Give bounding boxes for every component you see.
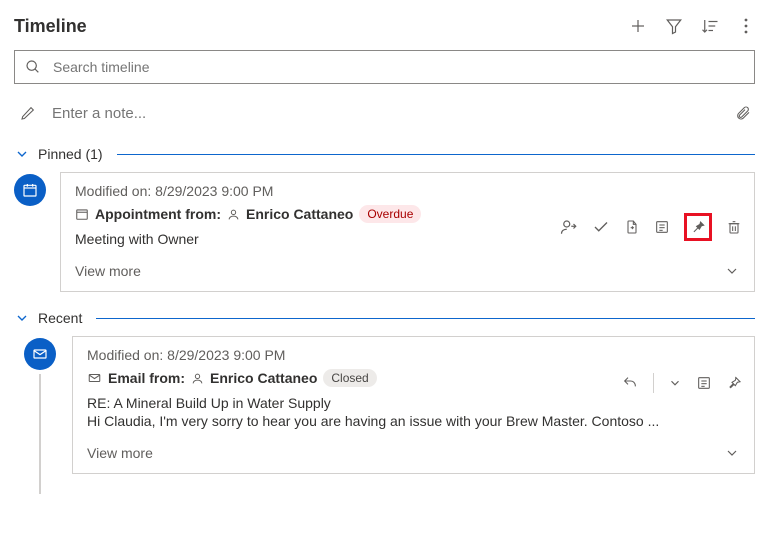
pin-icon[interactable] <box>689 218 707 236</box>
pencil-icon <box>20 105 36 121</box>
from-name[interactable]: Enrico Cattaneo <box>246 206 353 222</box>
assign-icon[interactable] <box>560 218 578 236</box>
recent-card-actions <box>621 373 742 393</box>
recent-section: Modified on: 8/29/2023 9:00 PM Email fro… <box>14 336 755 474</box>
record-type-label: Appointment from: <box>95 206 221 222</box>
pinned-card: Modified on: 8/29/2023 9:00 PM Appointme… <box>60 172 755 292</box>
chevron-down-icon <box>14 310 30 326</box>
view-more-row: View more <box>87 445 740 461</box>
from-name[interactable]: Enrico Cattaneo <box>210 370 317 386</box>
page-title: Timeline <box>14 16 87 37</box>
record-type-label: Email from: <box>108 370 185 386</box>
chevron-down-icon[interactable] <box>668 376 682 390</box>
view-more-row: View more <box>75 263 740 279</box>
pin-icon[interactable] <box>726 375 742 391</box>
more-icon[interactable] <box>737 17 755 35</box>
chevron-down-icon[interactable] <box>724 445 740 461</box>
section-recent-header[interactable]: Recent <box>14 310 755 326</box>
body-preview: Hi Claudia, I'm very sorry to hear you a… <box>87 413 740 429</box>
note-action-icon[interactable] <box>654 219 670 235</box>
note-input[interactable] <box>50 104 721 123</box>
view-more-link[interactable]: View more <box>75 263 141 279</box>
view-more-link[interactable]: View more <box>87 445 153 461</box>
status-badge: Overdue <box>359 205 421 223</box>
sort-icon[interactable] <box>701 17 719 35</box>
person-icon <box>227 208 240 221</box>
subject-text: RE: A Mineral Build Up in Water Supply <box>87 395 740 411</box>
reply-icon[interactable] <box>621 375 639 391</box>
modified-label: Modified on: 8/29/2023 9:00 PM <box>87 347 740 363</box>
chevron-down-icon[interactable] <box>724 263 740 279</box>
delete-icon[interactable] <box>726 218 742 236</box>
recent-card: Modified on: 8/29/2023 9:00 PM Email fro… <box>72 336 755 474</box>
section-pinned-label: Pinned (1) <box>38 146 103 162</box>
note-row[interactable] <box>14 98 755 128</box>
status-badge: Closed <box>323 369 376 387</box>
email-badge-icon <box>24 338 56 370</box>
email-icon <box>87 371 102 385</box>
timeline-line <box>39 374 41 494</box>
timeline-header: Timeline <box>14 8 755 44</box>
section-divider <box>117 154 755 155</box>
header-actions <box>629 17 755 35</box>
open-record-icon[interactable] <box>624 218 640 236</box>
search-input[interactable] <box>51 58 744 76</box>
search-box[interactable] <box>14 50 755 84</box>
section-divider <box>96 318 755 319</box>
divider <box>653 373 654 393</box>
timeline-gutter <box>14 336 72 474</box>
add-icon[interactable] <box>629 17 647 35</box>
note-action-icon[interactable] <box>696 375 712 391</box>
filter-icon[interactable] <box>665 17 683 35</box>
chevron-down-icon <box>14 146 30 162</box>
calendar-badge-icon <box>14 174 46 206</box>
mark-complete-icon[interactable] <box>592 218 610 236</box>
section-pinned-header[interactable]: Pinned (1) <box>14 146 755 162</box>
section-recent-label: Recent <box>38 310 82 326</box>
attachment-icon[interactable] <box>735 104 751 122</box>
pin-highlight <box>684 213 712 241</box>
calendar-icon <box>75 207 89 221</box>
search-icon <box>25 59 41 75</box>
person-icon <box>191 372 204 385</box>
pinned-item-row: Modified on: 8/29/2023 9:00 PM Appointme… <box>14 172 755 292</box>
recent-item-row: Modified on: 8/29/2023 9:00 PM Email fro… <box>14 336 755 474</box>
pinned-card-actions <box>560 213 742 241</box>
modified-label: Modified on: 8/29/2023 9:00 PM <box>75 183 740 199</box>
